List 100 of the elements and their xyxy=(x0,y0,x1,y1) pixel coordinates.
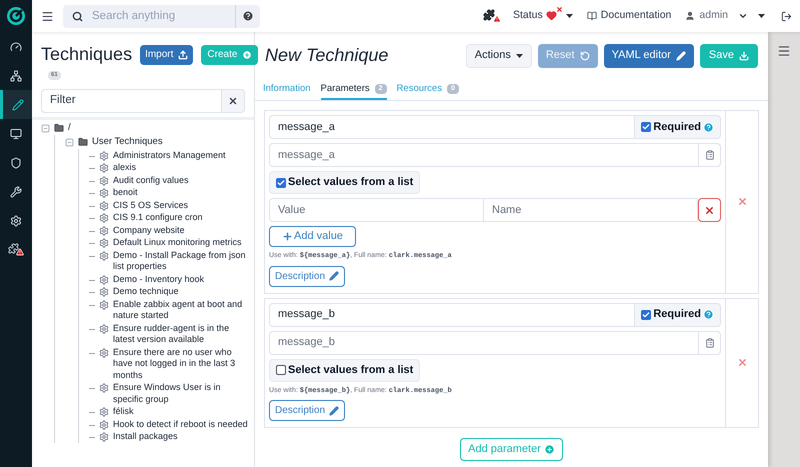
wrench-icon[interactable] xyxy=(10,186,22,198)
gear-icon xyxy=(99,300,109,310)
plus-circle-icon xyxy=(242,50,252,60)
caret-icon xyxy=(758,14,765,18)
gear-icon[interactable] xyxy=(10,214,22,226)
tree-folder[interactable]: User Techniques xyxy=(92,136,163,148)
gear-icon xyxy=(99,238,109,248)
pencil-icon[interactable] xyxy=(12,98,24,110)
status-menu[interactable]: Status xyxy=(512,8,573,24)
tree-item[interactable]: CIS 5 OS Services xyxy=(113,200,188,211)
tree-item[interactable]: CIS 9.1 configure cron xyxy=(113,212,203,224)
tree-item[interactable]: Audit config values xyxy=(113,174,189,186)
gear-icon xyxy=(99,420,109,430)
parameter-name-field[interactable]: message_a xyxy=(269,115,636,139)
description-field[interactable]: message_a xyxy=(269,143,699,167)
checkbox[interactable] xyxy=(641,310,652,320)
collapse-toggle[interactable] xyxy=(41,124,50,132)
chevron-icon[interactable] xyxy=(738,11,748,21)
menu-icon[interactable] xyxy=(777,44,791,58)
undo-icon xyxy=(580,50,590,60)
yaml-editor-button[interactable]: YAML editor xyxy=(604,44,694,68)
description-button[interactable]: Description xyxy=(269,400,346,421)
checkbox[interactable] xyxy=(641,122,652,132)
list-toggle[interactable]: Select values from a list xyxy=(269,171,420,194)
documentation-link[interactable]: Documentation xyxy=(586,8,672,24)
tree-item[interactable]: Demo - Inventory hook xyxy=(113,274,204,285)
plus-icon xyxy=(282,231,293,242)
search-icon xyxy=(72,10,83,22)
list-toggle[interactable]: Select values from a list xyxy=(269,358,420,382)
tree-item[interactable]: Hook to detect if reboot is needed xyxy=(113,418,248,430)
caret-icon xyxy=(516,54,523,58)
remove-value-button[interactable] xyxy=(698,198,721,222)
tree-item[interactable]: Demo technique xyxy=(113,286,179,298)
gear-icon xyxy=(99,348,109,358)
tree-item[interactable]: benoit xyxy=(113,187,138,198)
required-toggle[interactable]: Required xyxy=(635,302,721,326)
import-button[interactable]: Import xyxy=(140,44,194,64)
gear-icon xyxy=(99,432,109,442)
tree-item[interactable]: Administrators Management xyxy=(113,150,226,161)
folder-icon xyxy=(54,123,64,133)
tree-item[interactable]: félisk xyxy=(113,406,134,418)
gear-icon xyxy=(99,287,109,297)
panel-title: Techniques xyxy=(41,43,132,66)
tree-item[interactable]: Enable zabbix agent at boot and nature started xyxy=(113,298,252,322)
add-value-button[interactable]: Add value xyxy=(269,226,356,247)
download-icon xyxy=(739,50,749,60)
gear-icon xyxy=(99,200,109,210)
caret-icon xyxy=(566,14,573,18)
tree-item[interactable]: Demo - Install Package from json list properties xyxy=(113,250,252,272)
menu-icon[interactable] xyxy=(41,10,54,22)
description-field[interactable]: message_b xyxy=(269,330,699,354)
shield-icon[interactable] xyxy=(10,156,22,168)
gear-icon xyxy=(99,250,109,260)
logout-icon[interactable] xyxy=(781,10,792,22)
gear-icon xyxy=(99,383,109,393)
clipboard-icon[interactable] xyxy=(704,338,714,348)
book-icon xyxy=(586,11,597,21)
description-button[interactable]: Description xyxy=(269,266,346,286)
tree-item[interactable]: Company website xyxy=(113,224,185,236)
tree-item[interactable]: alexis xyxy=(113,162,136,174)
plugin-warning-icon[interactable] xyxy=(482,9,501,23)
search-field[interactable]: Search anything xyxy=(92,4,235,28)
clipboard-icon[interactable] xyxy=(704,150,714,160)
pencil-icon xyxy=(676,50,686,60)
tree-folder[interactable]: / xyxy=(68,122,71,134)
parameter-name-field[interactable]: message_b xyxy=(269,302,636,326)
tree-item[interactable]: Ensure there are no user who have not logged in in the last 3 months xyxy=(113,346,252,381)
gear-icon xyxy=(99,163,109,173)
clear-icon[interactable] xyxy=(228,96,238,106)
monitor-icon[interactable] xyxy=(10,128,22,140)
checkbox[interactable] xyxy=(276,365,286,375)
checkbox[interactable] xyxy=(276,178,286,188)
required-toggle[interactable]: Required xyxy=(635,115,721,139)
actions-button[interactable]: Actions xyxy=(466,44,532,68)
help-icon[interactable] xyxy=(242,10,254,22)
gauge-icon[interactable] xyxy=(10,40,22,52)
plus-circle-icon xyxy=(544,444,555,455)
user-menu[interactable]: admin xyxy=(685,8,728,24)
close-icon xyxy=(704,204,715,216)
gear-icon xyxy=(99,176,109,186)
gear-icon xyxy=(99,274,109,284)
name-field[interactable]: Name xyxy=(484,198,698,222)
gear-icon xyxy=(99,213,109,223)
tree-item[interactable]: Ensure rudder-agent is in the latest version available xyxy=(113,322,252,346)
gear-icon xyxy=(99,226,109,236)
upload-icon xyxy=(178,50,188,60)
filter-field[interactable]: Filter xyxy=(41,89,222,113)
pencil-icon xyxy=(329,271,340,281)
pencil-icon xyxy=(329,406,340,416)
sitemap-icon[interactable] xyxy=(10,70,22,82)
gear-icon xyxy=(99,407,109,417)
plugin-warning-icon[interactable] xyxy=(8,243,24,256)
technique-title: New Technique xyxy=(265,44,388,67)
gear-icon xyxy=(99,324,109,334)
collapse-toggle[interactable] xyxy=(65,138,74,146)
gear-icon xyxy=(99,150,109,160)
value-field[interactable]: Value xyxy=(269,198,484,222)
logo-icon[interactable] xyxy=(6,6,26,26)
tree-item[interactable]: Install packages xyxy=(113,431,178,442)
tree-item[interactable]: Default Linux monitoring metrics xyxy=(113,237,242,248)
